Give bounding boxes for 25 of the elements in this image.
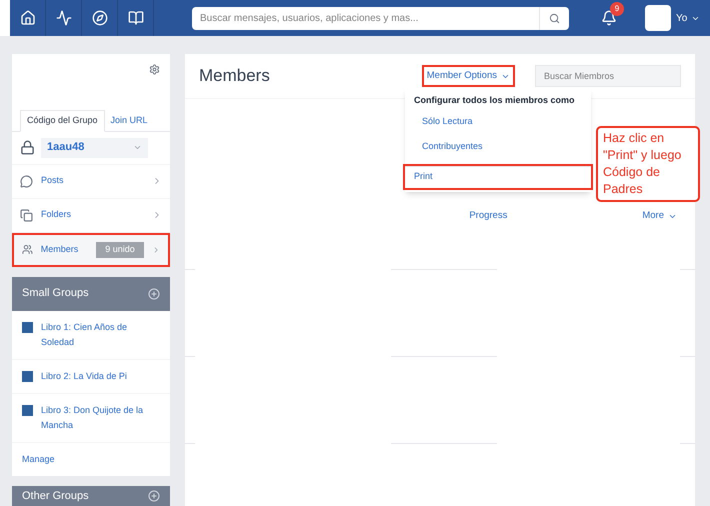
group-code-select[interactable]: 1aau48 — [41, 138, 148, 158]
member-options-button[interactable]: Member Options — [424, 66, 513, 86]
menu-item[interactable]: Sólo Lectura — [405, 110, 591, 134]
user-menu[interactable]: Yo — [676, 10, 700, 26]
section-header: Small Groups — [12, 276, 170, 310]
menu-header: Configurar todos los miembros como — [413, 94, 576, 107]
tab[interactable]: Código del Grupo — [20, 110, 105, 132]
sidebar-item[interactable]: Folders — [12, 198, 170, 232]
column-header[interactable]: Progress — [469, 209, 508, 224]
member-search-field[interactable]: Buscar Miembros — [535, 65, 681, 87]
tab[interactable]: Join URL — [104, 110, 154, 130]
search-field[interactable]: Buscar mensajes, usuarios, aplicaciones y mas... — [192, 6, 539, 30]
count-badge: 9 unido — [96, 242, 144, 258]
menu-item[interactable]: Contribuyentes — [405, 134, 591, 160]
sidebar-item[interactable]: Members 9 unido — [12, 232, 170, 266]
group-item[interactable]: Libro 2: La Vida de Pi — [12, 360, 170, 394]
group-item[interactable]: Libro 3: Don Quijote de la Mancha — [12, 394, 170, 442]
menu-item[interactable]: Print — [405, 166, 591, 188]
notification-badge: 9 — [610, 2, 624, 16]
manage-link[interactable]: Manage — [12, 442, 170, 476]
callout: Haz clic en "Print" y luego Código de Padres — [596, 126, 700, 202]
group-item[interactable]: Libro 1: Cien Años de Soledad — [12, 310, 170, 360]
section-header: Other Groups — [12, 486, 170, 506]
page-title: Members — [199, 65, 270, 88]
column-header[interactable]: More — [642, 209, 677, 224]
